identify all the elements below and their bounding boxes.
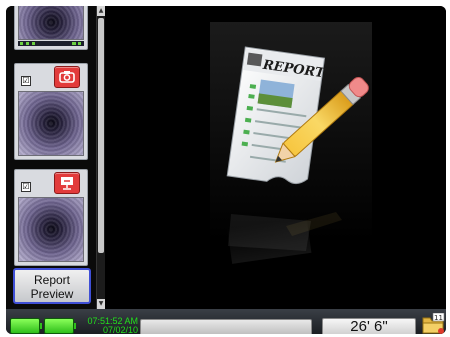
distance-counter: 26' 6" bbox=[322, 318, 416, 334]
thumbnail-image bbox=[18, 197, 84, 262]
thumbnail-image bbox=[18, 6, 84, 40]
scroll-up-icon[interactable]: ▲ bbox=[97, 6, 105, 16]
clock: 07:51:52 AM 07/02/10 bbox=[76, 317, 138, 335]
sidebar-scrollbar[interactable]: ▲ ▼ bbox=[96, 6, 105, 309]
thumbnail-card-3[interactable]: ☑ bbox=[14, 169, 88, 266]
camera-icon bbox=[54, 66, 80, 88]
clock-date: 07/02/10 bbox=[102, 325, 138, 335]
report-preview-button[interactable]: Report Preview bbox=[13, 268, 91, 304]
thumbnail-card-2[interactable]: ☑ bbox=[14, 63, 88, 160]
thumbnail-card-1[interactable] bbox=[14, 6, 88, 50]
report-preview-line1: Report bbox=[33, 273, 71, 287]
scroll-down-icon[interactable]: ▼ bbox=[97, 299, 105, 309]
presentation-icon bbox=[54, 172, 80, 194]
thumbnail-sidebar: ☑ ☑ Report Preview bbox=[6, 6, 96, 309]
status-message-box bbox=[140, 319, 312, 334]
battery-icon bbox=[10, 318, 42, 334]
folder-icon[interactable]: 11 bbox=[421, 312, 445, 334]
thumbnail-checkbox[interactable]: ☑ bbox=[21, 182, 31, 192]
thumbnail-filmstrip bbox=[18, 41, 84, 46]
folder-count: 11 bbox=[434, 314, 443, 322]
main-view: REPORT bbox=[106, 6, 446, 309]
device-screen: ☑ ☑ Report Preview ▲ ▼ REPORT 07:51:52 A… bbox=[6, 6, 446, 334]
battery-icon bbox=[44, 318, 76, 334]
thumbnail-checkbox[interactable]: ☑ bbox=[21, 76, 31, 86]
report-preview-line2: Preview bbox=[30, 287, 74, 301]
thumbnail-image bbox=[18, 91, 84, 156]
report-artwork: REPORT bbox=[210, 22, 372, 264]
scrollbar-thumb[interactable] bbox=[98, 18, 104, 253]
status-bar: 07:51:52 AM 07/02/10 26' 6" 11 bbox=[6, 309, 446, 334]
